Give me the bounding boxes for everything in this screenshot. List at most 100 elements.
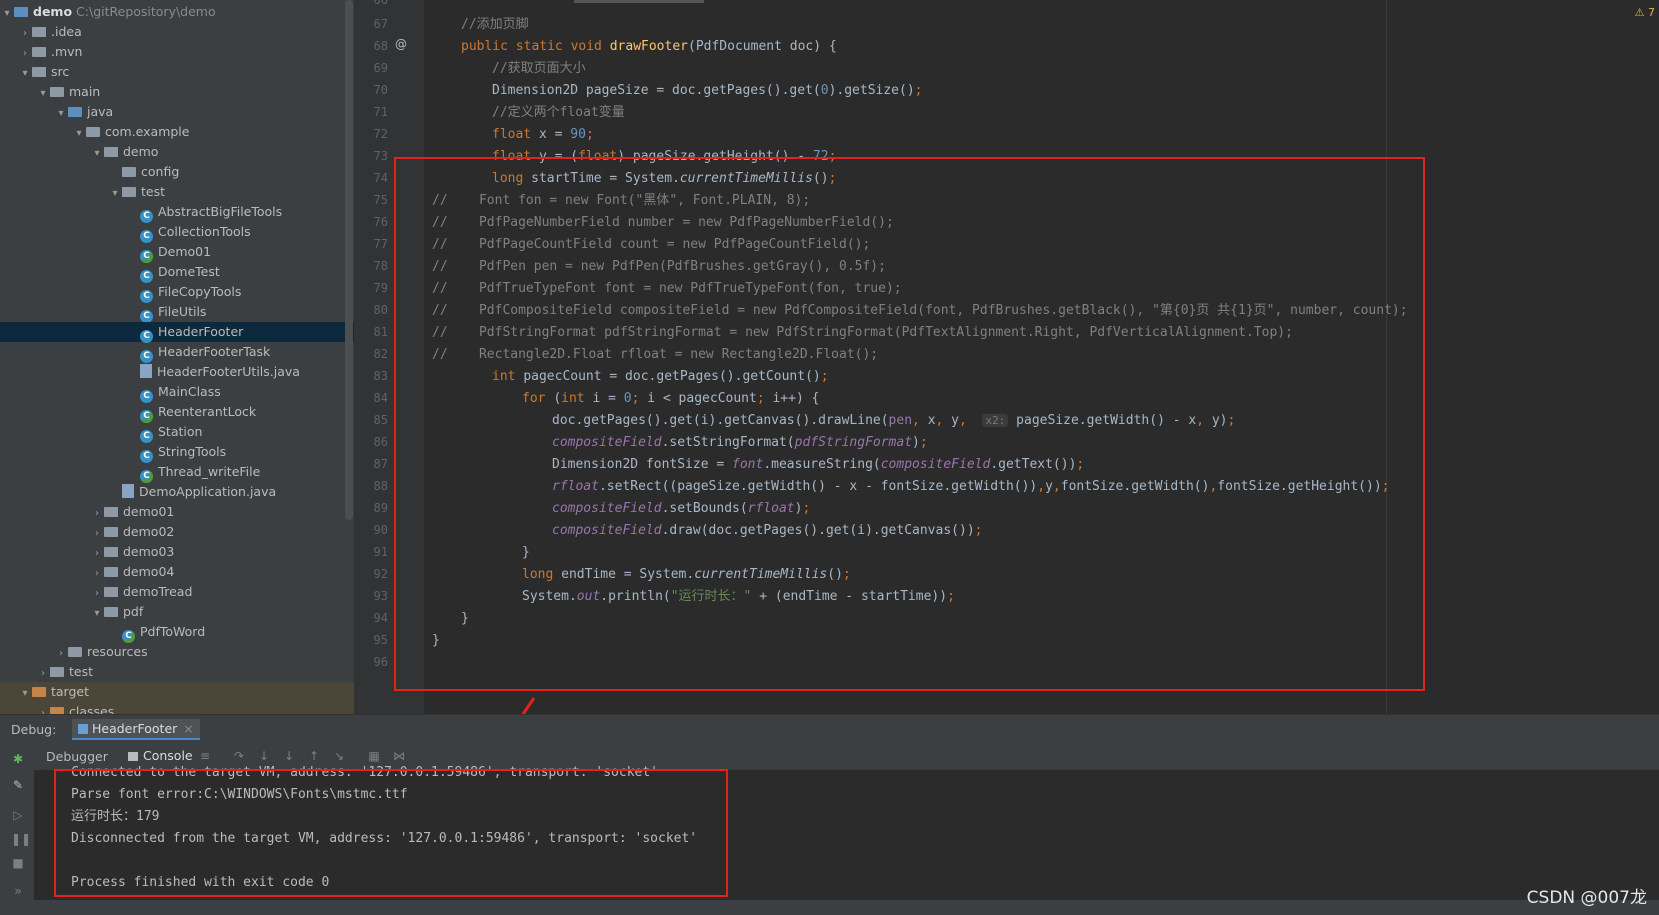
close-icon[interactable]: × — [183, 721, 193, 736]
line-number: 71 — [373, 105, 388, 119]
tree-item-label: com.example — [105, 124, 190, 139]
tree-item-class[interactable]: C Station — [0, 422, 354, 443]
status-bar — [0, 900, 1659, 915]
tree-item-class[interactable]: C CollectionTools — [0, 222, 354, 243]
chevron-right-icon[interactable]: › — [90, 564, 104, 584]
tree-item-class-selected[interactable]: C HeaderFooter — [0, 322, 354, 343]
trace-icon[interactable]: ⋈ — [392, 749, 406, 763]
project-scrollbar[interactable] — [345, 0, 353, 520]
menu-icon[interactable]: ≡ — [198, 749, 212, 763]
chevron-down-icon[interactable]: ▾ — [90, 144, 104, 164]
tree-item-class[interactable]: C Demo01 — [0, 242, 354, 263]
chevron-right-icon[interactable]: › — [90, 504, 104, 524]
tree-item-class[interactable]: C HeaderFooterTask — [0, 342, 354, 363]
settings-wrench-icon[interactable]: ✎ — [11, 778, 25, 792]
line-number: 85 — [373, 413, 388, 427]
tree-item-package[interactable]: › demo03 — [0, 542, 354, 562]
pause-icon[interactable]: ❚❚ — [11, 832, 31, 846]
tree-item-package[interactable]: › demo02 — [0, 522, 354, 542]
more-icon[interactable]: » — [11, 884, 25, 898]
debug-session-tab[interactable]: HeaderFooter × — [72, 719, 200, 740]
tree-item-label: Thread_writeFile — [158, 464, 261, 479]
tree-item-demo[interactable]: ▾ demo — [0, 142, 354, 162]
line-number: 70 — [373, 83, 388, 97]
chevron-right-icon[interactable]: › — [90, 544, 104, 564]
tree-item-class[interactable]: C MainClass — [0, 382, 354, 403]
tree-item-classes[interactable]: › classes — [0, 702, 354, 714]
tree-item-idea[interactable]: › .idea — [0, 22, 354, 42]
tree-item-class[interactable]: C FileUtils — [0, 302, 354, 323]
line-number: 74 — [373, 171, 388, 185]
force-step-into-icon[interactable]: ↓ — [282, 749, 296, 763]
tree-item-class[interactable]: C FileCopyTools — [0, 282, 354, 303]
tree-item-target[interactable]: ▾ target — [0, 682, 354, 702]
stop-icon[interactable]: ■ — [11, 856, 25, 870]
tree-item-class[interactable]: C ReenterantLock — [0, 402, 354, 423]
chevron-right-icon[interactable]: › — [36, 704, 50, 714]
tree-item-class[interactable]: C AbstractBigFileTools — [0, 202, 354, 223]
tree-item-package[interactable]: › demo01 — [0, 502, 354, 522]
chevron-down-icon[interactable]: ▾ — [18, 684, 32, 704]
tree-item-file[interactable]: DemoApplication.java — [0, 482, 354, 502]
tree-item-main[interactable]: ▾ main — [0, 82, 354, 102]
line-number: 78 — [373, 259, 388, 273]
tree-item-label: HeaderFooter — [158, 324, 244, 339]
chevron-down-icon[interactable]: ▾ — [18, 64, 32, 84]
run-to-cursor-icon[interactable]: ↘ — [332, 749, 346, 763]
tree-item-label: config — [141, 164, 180, 179]
tree-item-label: demoTread — [123, 584, 193, 599]
resume-icon[interactable]: ▷ — [11, 808, 25, 822]
tree-item-com-example[interactable]: ▾ com.example — [0, 122, 354, 142]
override-marker-icon[interactable]: @ — [395, 37, 407, 51]
tree-item-test-pkg[interactable]: ▾ test — [0, 182, 354, 202]
tree-item-class[interactable]: C StringTools — [0, 442, 354, 463]
debug-bug-icon[interactable]: ✱ — [11, 752, 25, 766]
tree-item-package[interactable]: › demoTread — [0, 582, 354, 602]
line-number: 91 — [373, 545, 388, 559]
line-number: 83 — [373, 369, 388, 383]
package-icon — [104, 547, 118, 557]
chevron-right-icon[interactable]: › — [18, 24, 32, 44]
debug-side-toolbar: ✱ ✎ ↑ ↓ ▷ ⤶ ❚❚ ⇊ ■ » — [0, 742, 54, 915]
chevron-right-icon[interactable]: › — [54, 644, 68, 664]
tree-item-java[interactable]: ▾ java — [0, 102, 354, 122]
step-out-icon[interactable]: ↑ — [307, 749, 321, 763]
chevron-down-icon[interactable]: ▾ — [108, 184, 122, 204]
horizontal-scroll-thumb[interactable] — [574, 0, 704, 3]
chevron-down-icon[interactable]: ▾ — [72, 124, 86, 144]
chevron-down-icon[interactable]: ▾ — [0, 4, 14, 24]
tree-item-resources[interactable]: › resources — [0, 642, 354, 662]
chevron-right-icon[interactable]: › — [90, 584, 104, 604]
folder-icon — [50, 87, 64, 97]
tree-item-package[interactable]: › demo04 — [0, 562, 354, 582]
tree-item-file[interactable]: HeaderFooterUtils.java — [0, 362, 354, 382]
package-icon — [104, 567, 118, 577]
evaluate-icon[interactable]: ▦ — [367, 749, 381, 763]
watermark: CSDN @007龙 — [1526, 888, 1647, 908]
step-over-icon[interactable]: ↷ — [232, 749, 246, 763]
tree-item-src[interactable]: ▾ src — [0, 62, 354, 82]
chevron-down-icon[interactable]: ▾ — [54, 104, 68, 124]
tree-item-class[interactable]: C PdfToWord — [0, 622, 354, 643]
tree-item-label: classes — [69, 704, 115, 714]
chevron-down-icon[interactable]: ▾ — [90, 604, 104, 624]
chevron-right-icon[interactable]: › — [18, 44, 32, 64]
chevron-right-icon[interactable]: › — [90, 524, 104, 544]
line-number: 80 — [373, 303, 388, 317]
tree-item-label: test — [69, 664, 94, 679]
tree-item-class[interactable]: C DomeTest — [0, 262, 354, 283]
highlight-box-console — [54, 769, 728, 897]
chevron-right-icon[interactable]: › — [36, 664, 50, 684]
tree-item-class[interactable]: C Thread_writeFile — [0, 462, 354, 483]
tree-item-test[interactable]: › test — [0, 662, 354, 682]
tree-item-config[interactable]: config — [0, 162, 354, 182]
tree-item-package[interactable]: ▾ pdf — [0, 602, 354, 622]
line-number: 72 — [373, 127, 388, 141]
tree-item-mvn[interactable]: › .mvn — [0, 42, 354, 62]
step-into-icon[interactable]: ↓ — [257, 749, 271, 763]
tree-root[interactable]: ▾ demo C:\gitRepository\demo — [0, 2, 354, 22]
line-number: 76 — [373, 215, 388, 229]
warning-badge[interactable]: ⚠ 7 — [1635, 6, 1655, 19]
tree-root-label: demo — [33, 4, 73, 19]
chevron-down-icon[interactable]: ▾ — [36, 84, 50, 104]
